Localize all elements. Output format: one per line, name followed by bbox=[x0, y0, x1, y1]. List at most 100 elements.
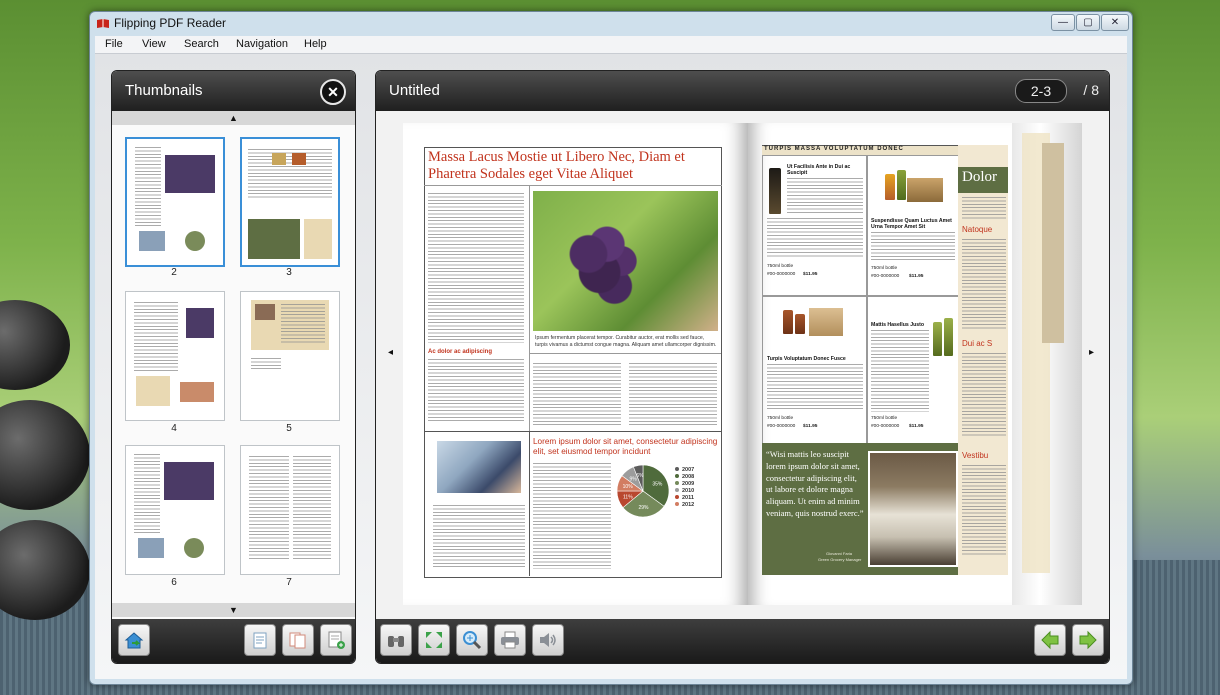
menu-navigation[interactable]: Navigation bbox=[236, 38, 288, 50]
thumb-text bbox=[134, 454, 160, 534]
legend-swatch bbox=[675, 488, 679, 492]
divider bbox=[529, 431, 530, 576]
product-price: $11.95 bbox=[909, 424, 924, 429]
wooden-box-image bbox=[907, 178, 943, 202]
lower-headline: Lorem ipsum dolor sit amet, consectetur … bbox=[533, 437, 718, 456]
app-window: Flipping PDF Reader — ▢ ✕ File View Sear… bbox=[89, 11, 1133, 685]
right-page-header: TURPIS MASSA VOLUPTATUM DONEC bbox=[764, 146, 904, 152]
thumb-quote bbox=[248, 219, 300, 259]
product-name: Turpis Voluptatum Donec Fusce bbox=[767, 356, 846, 362]
sound-button[interactable] bbox=[532, 624, 564, 656]
home-button[interactable] bbox=[118, 624, 150, 656]
next-page-arrow[interactable]: ▸ bbox=[1089, 347, 1094, 358]
thumb-text bbox=[134, 302, 178, 372]
minimize-button[interactable]: — bbox=[1051, 14, 1075, 31]
thumb-text bbox=[251, 358, 281, 370]
product-size: 750ml bottle bbox=[767, 416, 794, 421]
curl-edge bbox=[1042, 143, 1064, 343]
sidebar-text bbox=[962, 239, 1006, 329]
product-name: Ut Facilisis Ante in Dui ac Suscipit bbox=[787, 164, 851, 176]
single-page-view-button[interactable] bbox=[244, 624, 276, 656]
window-title: Flipping PDF Reader bbox=[114, 16, 227, 30]
prev-page-arrow[interactable]: ◂ bbox=[388, 347, 393, 358]
thumbnail-page-6[interactable] bbox=[125, 445, 225, 575]
product-description bbox=[767, 364, 863, 410]
yoga-photo bbox=[437, 441, 521, 493]
add-page-button[interactable] bbox=[320, 624, 352, 656]
wine-bottle-image bbox=[769, 168, 781, 214]
article-text bbox=[433, 505, 525, 569]
thumb-photo bbox=[186, 308, 214, 338]
article-text bbox=[428, 193, 524, 343]
pie-legend-item: 2010 bbox=[675, 488, 721, 495]
thumbnail-page-3[interactable] bbox=[240, 137, 340, 267]
menu-view[interactable]: View bbox=[142, 38, 166, 50]
thumbnail-label: 2 bbox=[171, 267, 177, 278]
legend-swatch bbox=[675, 495, 679, 499]
thumbnail-page-7[interactable] bbox=[240, 445, 340, 575]
close-window-button[interactable]: ✕ bbox=[1101, 14, 1129, 31]
article-text bbox=[533, 463, 611, 569]
print-button[interactable] bbox=[494, 624, 526, 656]
thumbnails-title: Thumbnails bbox=[125, 82, 203, 99]
article-text bbox=[533, 363, 621, 425]
legend-swatch bbox=[675, 481, 679, 485]
thumbnails-toolbar bbox=[112, 619, 355, 663]
product-price: $11.95 bbox=[803, 272, 818, 277]
legend-label: 2008 bbox=[682, 474, 695, 480]
thumbnail-page-4[interactable] bbox=[125, 291, 225, 421]
thumb-photo bbox=[165, 155, 215, 193]
find-button[interactable] bbox=[380, 624, 412, 656]
product-price: $11.95 bbox=[909, 274, 924, 279]
thumb-photo bbox=[139, 231, 165, 251]
arrow-left-icon bbox=[1041, 630, 1059, 650]
thumb-text bbox=[293, 456, 331, 560]
divider bbox=[424, 185, 722, 186]
legend-label: 2009 bbox=[682, 481, 695, 487]
sidebar-title: Dolor bbox=[962, 169, 997, 185]
product-size: 750ml bottle bbox=[767, 264, 794, 269]
product-description bbox=[787, 178, 863, 214]
arrow-right-icon bbox=[1079, 630, 1097, 650]
current-page-indicator[interactable]: 2-3 bbox=[1015, 79, 1067, 103]
client-area: Thumbnails ✕ ▲ 2 3 4 5 6 7 ▼ Untitled 2-… bbox=[95, 54, 1127, 679]
document-title: Untitled bbox=[389, 82, 440, 99]
thumbnail-page-5[interactable] bbox=[240, 291, 340, 421]
close-thumbnails-button[interactable]: ✕ bbox=[320, 79, 346, 105]
product-size: 750ml bottle bbox=[871, 266, 898, 271]
thumbnail-page-2[interactable] bbox=[125, 137, 225, 267]
sidebar-text bbox=[962, 465, 1006, 555]
maximize-button[interactable]: ▢ bbox=[1076, 14, 1100, 31]
double-page-view-button[interactable] bbox=[282, 624, 314, 656]
thumb-photo bbox=[164, 462, 214, 500]
thumbnail-label: 5 bbox=[286, 423, 292, 434]
double-page-icon bbox=[289, 632, 306, 649]
menu-help[interactable]: Help bbox=[304, 38, 327, 50]
next-page-button[interactable] bbox=[1072, 624, 1104, 656]
legend-swatch bbox=[675, 502, 679, 506]
oil-bottle-image bbox=[897, 170, 906, 200]
article-text bbox=[428, 359, 524, 421]
product-cell: Mattis Hasellus Justo 750ml bottle #00-0… bbox=[866, 295, 960, 445]
expand-icon bbox=[426, 632, 442, 648]
menu-file[interactable]: File bbox=[105, 38, 123, 50]
product-price: $11.95 bbox=[803, 424, 818, 429]
thumb-chart bbox=[185, 231, 205, 251]
fullscreen-button[interactable] bbox=[418, 624, 450, 656]
app-book-icon bbox=[97, 19, 109, 28]
thumb-photo bbox=[292, 153, 306, 165]
home-icon bbox=[124, 632, 144, 649]
thumbnails-scroll-down[interactable]: ▼ bbox=[112, 603, 355, 617]
page-flip-curl[interactable] bbox=[1012, 123, 1082, 605]
background-stone bbox=[0, 400, 90, 510]
pie-slice-label: 6% bbox=[636, 473, 644, 479]
product-code: #00-0000000 bbox=[767, 424, 796, 429]
legend-label: 2010 bbox=[682, 488, 695, 494]
previous-page-button[interactable] bbox=[1034, 624, 1066, 656]
page-viewer: ◂ ▸ Massa Lacus Mostie ut Libero Nec, Di… bbox=[376, 111, 1109, 619]
zoom-in-button[interactable] bbox=[456, 624, 488, 656]
thumbnails-scroll-up[interactable]: ▲ bbox=[112, 111, 355, 125]
legend-label: 2007 bbox=[682, 467, 695, 473]
menu-search[interactable]: Search bbox=[184, 38, 219, 50]
olive-oil-bottle-image bbox=[944, 318, 953, 356]
